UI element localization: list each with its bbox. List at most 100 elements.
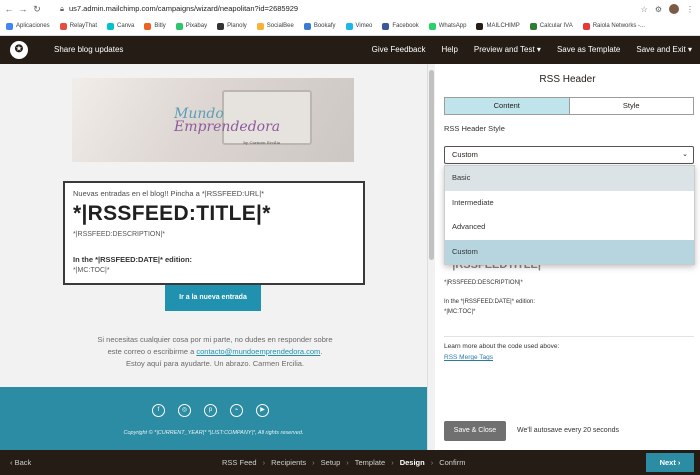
social-footer[interactable]: f ◎ p ⌁ ▶ Copyright © *|CURRENT_YEAR|* *…: [0, 387, 427, 450]
step-confirm[interactable]: Confirm: [439, 450, 465, 475]
bookmark-favicon-icon: [59, 22, 67, 30]
panel-tabs: Content Style: [444, 97, 694, 115]
forward-arrow-icon[interactable]: →: [18, 4, 28, 14]
editor-date-line[interactable]: In the *|RSSFEED:DATE|* edition:: [444, 299, 535, 305]
bookmark-label: WhatsApp: [438, 23, 467, 29]
reload-icon[interactable]: ↻: [32, 4, 42, 15]
wizard-footer: ‹ Back RSS Feed › Recipients › Setup › Templat…: [0, 450, 700, 475]
logo-byline: by Carmen Ercilia: [243, 140, 281, 145]
bookmark-favicon-icon: [107, 22, 115, 30]
save-close-button[interactable]: Save & Close: [444, 421, 506, 441]
rss-header-block[interactable]: Nuevas entradas en el blog!! Pincha a *|…: [63, 181, 365, 285]
app-header: ✪ Share blog updates Give Feedback Help Pr…: [0, 36, 700, 64]
rss-description-tag: *|RSSFEED:DESCRIPTION|*: [73, 231, 165, 238]
bookmark-favicon-icon: [6, 22, 13, 30]
footer-message[interactable]: Si necesitas cualquier cosa por mi parte…: [40, 334, 390, 370]
address-bar[interactable]: 🔒︎ us7.admin.mailchimp.com/campaigns/wiza…: [60, 2, 298, 16]
bookmark-favicon-icon: [428, 22, 436, 30]
bookmark-item[interactable]: RelayThat: [59, 22, 98, 30]
rss-intro-text: Nuevas entradas en el blog!! Pincha a *|…: [73, 189, 265, 198]
menu-icon[interactable]: ⋮: [686, 5, 694, 14]
pinterest-icon[interactable]: p: [204, 404, 217, 417]
scrollbar-thumb[interactable]: [429, 70, 434, 260]
bookmark-item[interactable]: Aplicaciones: [6, 22, 50, 30]
bookmark-item[interactable]: MAILCHIMP: [476, 22, 520, 30]
header-image[interactable]: Mundo Emprendedora by Carmen Ercilia: [72, 78, 354, 162]
bookmark-item[interactable]: Pixabay: [175, 22, 207, 30]
bookmark-item[interactable]: WhatsApp: [428, 22, 467, 30]
step-template[interactable]: Template: [355, 450, 385, 475]
step-separator-icon: ›: [430, 458, 434, 467]
bookmarks-bar: Aplicaciones RelayThat Canva Bitly Pixabay Pl…: [0, 19, 700, 33]
instagram-icon[interactable]: ◎: [178, 404, 191, 417]
footer-line-1: Si necesitas cualquier cosa por mi parte…: [97, 335, 333, 344]
bookmark-label: Aplicaciones: [16, 23, 50, 29]
next-button[interactable]: Next ›: [646, 453, 694, 472]
bookmark-item[interactable]: Canva: [107, 22, 134, 30]
bookmark-item[interactable]: Facebook: [382, 22, 419, 30]
editor-toc-tag[interactable]: *|MC:TOC|*: [444, 309, 475, 315]
bookmark-label: Facebook: [392, 23, 419, 29]
panel-title: RSS Header: [539, 74, 596, 85]
extension-icon[interactable]: ⚙: [655, 5, 662, 14]
bookmark-item[interactable]: Planoly: [217, 22, 247, 30]
bookmark-item[interactable]: Bitly: [144, 22, 166, 30]
wizard-steps: RSS Feed › Recipients › Setup › Template › Desig…: [222, 450, 465, 475]
editor-description-tag[interactable]: *|RSSFEED:DESCRIPTION|*: [444, 280, 523, 286]
step-rss-feed[interactable]: RSS Feed: [222, 450, 257, 475]
header-action-1[interactable]: Help: [433, 36, 465, 64]
browser-chrome: ← → ↻ 🔒︎ us7.admin.mailchimp.com/campaign…: [0, 0, 700, 36]
option-custom[interactable]: Custom: [445, 239, 694, 264]
preview-scrollbar[interactable]: [427, 64, 435, 450]
rss-title-tag: *|RSSFEED:TITLE|*: [73, 202, 271, 225]
mailchimp-logo-icon[interactable]: ✪: [10, 41, 28, 59]
bookmark-item[interactable]: SocialBee: [256, 22, 294, 30]
bookmark-item[interactable]: Bookafy: [303, 22, 336, 30]
rss-header-panel: RSS Header Content Style RSS Header Styl…: [435, 64, 700, 450]
step-design[interactable]: Design: [400, 450, 425, 475]
bookmark-favicon-icon: [582, 22, 590, 30]
campaign-name[interactable]: Share blog updates: [54, 36, 123, 64]
option-advanced[interactable]: Advanced: [445, 215, 694, 240]
bookmark-item[interactable]: Vimeo: [345, 22, 373, 30]
back-arrow-icon[interactable]: ←: [4, 4, 14, 14]
bookmark-label: RelayThat: [69, 23, 98, 29]
step-separator-icon: ›: [346, 458, 349, 467]
bookmark-favicon-icon: [217, 22, 225, 30]
footer-line-3: Estoy aquí para ayudarte. Un abrazo. Car…: [125, 359, 304, 368]
option-basic[interactable]: Basic: [445, 166, 694, 191]
star-icon[interactable]: ☆: [641, 5, 648, 14]
bookmark-label: SocialBee: [266, 23, 294, 29]
rss-merge-tags-link[interactable]: RSS Merge Tags: [444, 354, 493, 361]
bookmark-label: MAILCHIMP: [486, 23, 520, 29]
bookmark-favicon-icon: [256, 22, 264, 30]
step-recipients[interactable]: Recipients: [271, 450, 306, 475]
style-select[interactable]: Custom ⌄: [444, 146, 694, 164]
tab-style[interactable]: Style: [570, 98, 694, 114]
facebook-icon[interactable]: f: [152, 404, 165, 417]
step-setup[interactable]: Setup: [321, 450, 341, 475]
bookmark-item[interactable]: Raiola Networks -...: [582, 22, 645, 30]
bookmark-item[interactable]: Calcular IVA: [529, 22, 573, 30]
header-action-4[interactable]: Save and Exit ▾: [628, 36, 700, 64]
rss-date-line: In the *|RSSFEED:DATE|* edition:: [73, 255, 193, 264]
header-action-2[interactable]: Preview and Test ▾: [466, 36, 549, 64]
read-post-button[interactable]: Ir a la nueva entrada: [165, 285, 261, 311]
url-text: us7.admin.mailchimp.com/campaigns/wizard…: [69, 4, 299, 13]
tab-content[interactable]: Content: [445, 98, 570, 114]
bookmark-favicon-icon: [345, 22, 353, 30]
youtube-icon[interactable]: ▶: [256, 404, 269, 417]
bookmark-favicon-icon: [382, 22, 390, 30]
step-separator-icon: ›: [312, 458, 315, 467]
bookmark-label: Calcular IVA: [539, 23, 573, 29]
rss-toc-tag: *|MC:TOC|*: [73, 267, 110, 274]
website-icon[interactable]: ⌁: [230, 404, 243, 417]
profile-avatar[interactable]: [669, 4, 679, 14]
contact-email-link[interactable]: contacto@mundoemprendedora.com: [196, 347, 320, 356]
header-action-3[interactable]: Save as Template: [549, 36, 628, 64]
bookmark-label: Bitly: [154, 23, 166, 29]
bookmark-label: Vimeo: [355, 23, 373, 29]
header-action-0[interactable]: Give Feedback: [364, 36, 434, 64]
back-button[interactable]: ‹ Back: [10, 450, 31, 475]
option-intermediate[interactable]: Intermediate: [445, 191, 694, 216]
